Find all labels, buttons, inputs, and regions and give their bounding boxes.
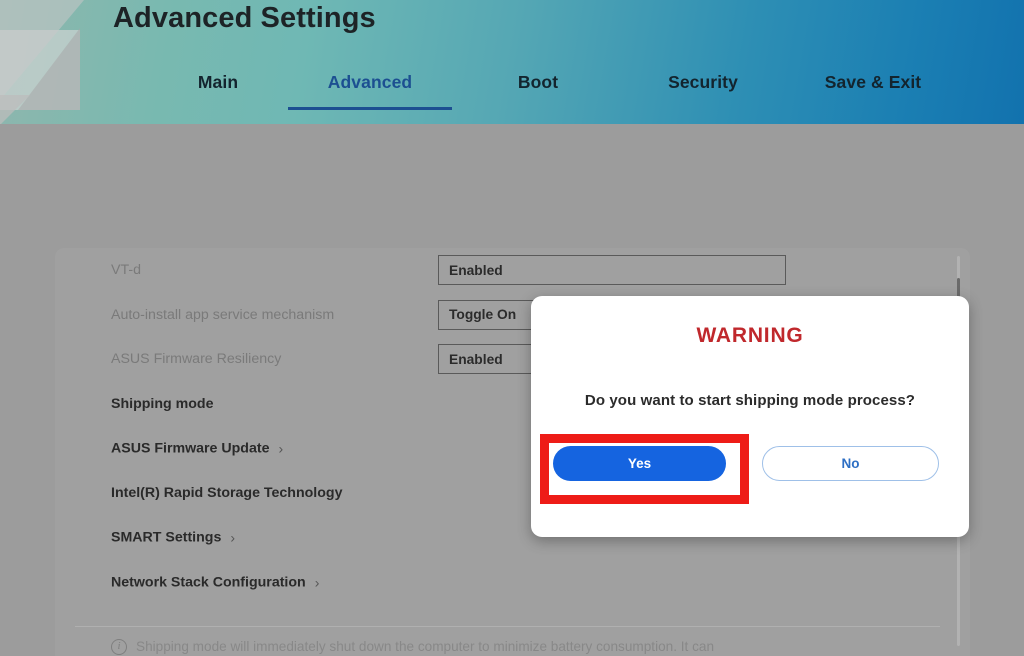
tab-security[interactable]: Security [633, 72, 773, 93]
setting-value-dropdown[interactable]: Enabled [438, 255, 786, 286]
info-icon: i [111, 639, 127, 655]
header-decor-triangle-bottom [0, 95, 30, 124]
setting-label: Shipping mode [111, 395, 214, 412]
tab-boot-label: Boot [517, 72, 559, 92]
page-title: Advanced Settings [113, 2, 376, 34]
setting-label: ASUS Firmware Update › [111, 440, 283, 457]
tab-security-label: Security [668, 72, 738, 92]
setting-row-network-stack-configuration[interactable]: Network Stack Configuration › [55, 560, 970, 605]
footer-divider [75, 626, 940, 627]
warning-dialog: WARNING Do you want to start shipping mo… [531, 296, 969, 537]
setting-value-text: Enabled [449, 351, 503, 367]
setting-value-text: Toggle On [449, 307, 517, 323]
setting-label-text: Network Stack Configuration [111, 574, 306, 591]
setting-label: Intel(R) Rapid Storage Technology [111, 484, 343, 501]
tab-main[interactable]: Main [153, 72, 283, 93]
footer-info-note: i Shipping mode will immediately shut do… [111, 638, 941, 655]
chevron-right-icon: › [314, 574, 320, 591]
chevron-right-icon: › [278, 440, 284, 457]
setting-label-text: ASUS Firmware Update [111, 440, 270, 457]
setting-label: ASUS Firmware Resiliency [111, 351, 282, 368]
tab-boot[interactable]: Boot [473, 72, 603, 93]
tab-advanced[interactable]: Advanced [288, 72, 452, 110]
setting-label: VT-d [111, 262, 141, 279]
setting-label: Auto-install app service mechanism [111, 306, 335, 323]
setting-label: Network Stack Configuration › [111, 573, 319, 590]
tab-save-exit[interactable]: Save & Exit [793, 72, 953, 93]
no-button[interactable]: No [762, 446, 939, 481]
bios-advanced-settings-screen: Advanced Settings Main Advanced Boot Sec… [0, 0, 1024, 656]
yes-button[interactable]: Yes [553, 446, 726, 481]
setting-label: SMART Settings › [111, 529, 235, 546]
tab-save-exit-label: Save & Exit [824, 72, 922, 92]
setting-value-text: Enabled [449, 262, 503, 278]
dialog-title: WARNING [696, 324, 804, 347]
chevron-right-icon: › [230, 529, 236, 546]
tab-advanced-label: Advanced [327, 72, 413, 92]
setting-label-text: SMART Settings [111, 529, 222, 546]
footer-note-text: Shipping mode will immediately shut down… [136, 639, 715, 654]
tab-main-label: Main [197, 72, 239, 92]
setting-row-vt-d[interactable]: VT-d Enabled [55, 248, 970, 293]
tab-bar: Main Advanced Boot Security Save & Exit [113, 72, 993, 124]
app-header: Advanced Settings Main Advanced Boot Sec… [0, 0, 1024, 124]
tab-advanced-underline [288, 107, 452, 110]
dialog-message: Do you want to start shipping mode proce… [584, 392, 916, 409]
